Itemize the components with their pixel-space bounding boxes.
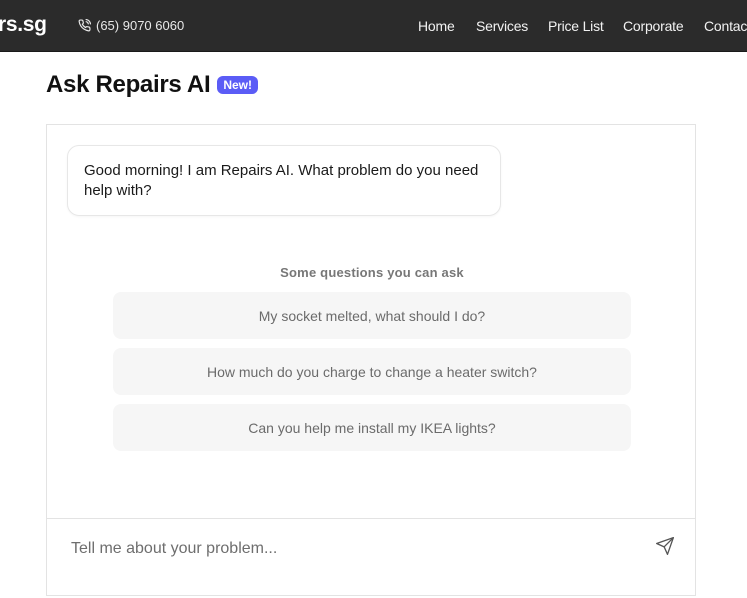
message-composer <box>47 518 695 596</box>
suggestions-heading: Some questions you can ask <box>280 265 464 280</box>
nav-corporate[interactable]: Corporate <box>623 18 684 34</box>
nav-price-list[interactable]: Price List <box>548 18 604 34</box>
suggestion-button[interactable]: Can you help me install my IKEA lights? <box>113 404 631 451</box>
assistant-message: Good morning! I am Repairs AI. What prob… <box>67 145 501 216</box>
page-header: Ask Repairs AI New! <box>46 71 258 99</box>
message-input[interactable] <box>69 536 633 562</box>
send-icon <box>656 537 674 555</box>
main-nav: Home Services Price List Corporate Conta… <box>0 18 747 36</box>
nav-contact[interactable]: Contact <box>704 18 747 34</box>
suggestion-button[interactable]: My socket melted, what should I do? <box>113 292 631 339</box>
page-title: Ask Repairs AI <box>46 71 211 98</box>
chat-panel: Good morning! I am Repairs AI. What prob… <box>46 124 696 596</box>
nav-home[interactable]: Home <box>418 18 455 34</box>
top-navbar: rs.sg (65) 9070 6060 Home Services Price… <box>0 0 747 52</box>
send-button[interactable] <box>655 536 677 558</box>
suggestion-button[interactable]: How much do you charge to change a heate… <box>113 348 631 395</box>
new-badge: New! <box>217 76 258 94</box>
nav-services[interactable]: Services <box>476 18 528 34</box>
